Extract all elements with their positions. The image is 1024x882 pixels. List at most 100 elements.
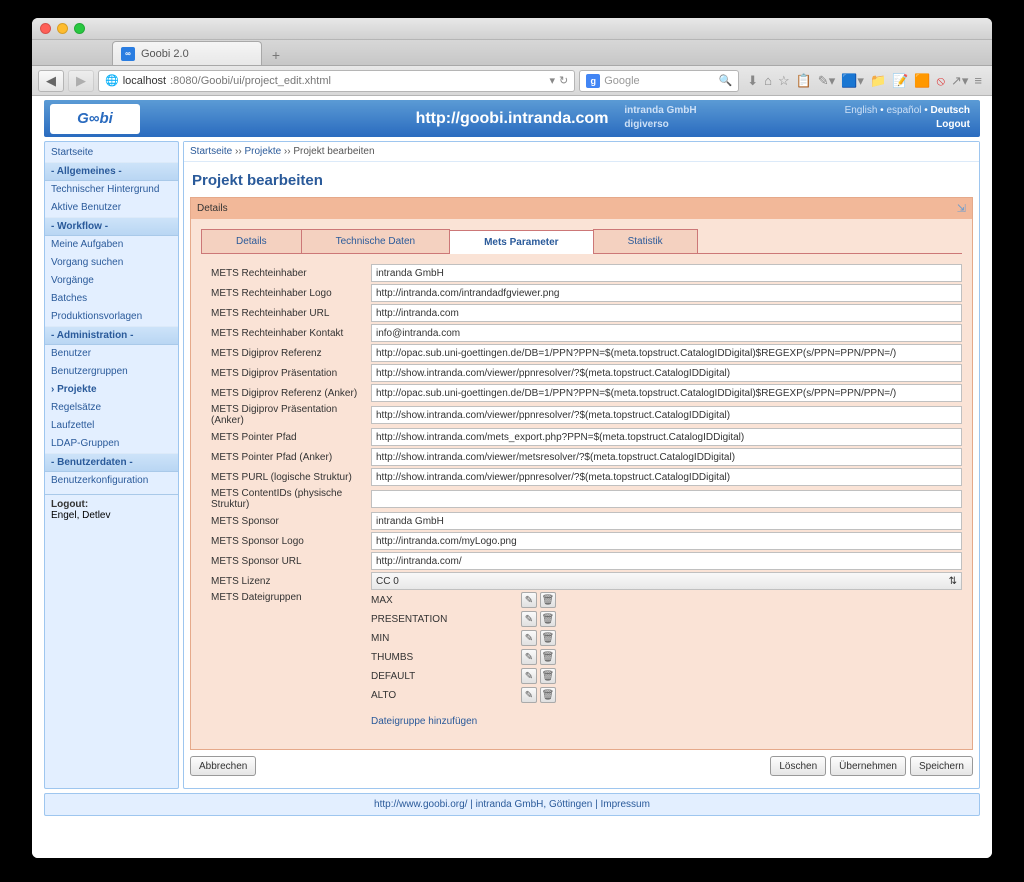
form-input[interactable] xyxy=(371,324,962,342)
dropdown-icon[interactable]: ▾ xyxy=(549,74,555,87)
trash-icon[interactable]: 🗑 xyxy=(540,630,556,646)
tab-details[interactable]: Details xyxy=(201,229,302,253)
sidebar-vorgang-suchen[interactable]: Vorgang suchen xyxy=(45,254,178,272)
select-mets-lizenz[interactable]: CC 0 ⇅ xyxy=(371,572,962,590)
lang-espanol[interactable]: español xyxy=(886,105,921,116)
share-icon[interactable]: ↗▾ xyxy=(951,73,968,89)
bookmark-icon[interactable]: ☆ xyxy=(778,73,790,89)
back-button[interactable]: ◀ xyxy=(38,70,64,92)
form-input[interactable] xyxy=(371,284,962,302)
form-input[interactable] xyxy=(371,428,962,446)
sidebar-batches[interactable]: Batches xyxy=(45,290,178,308)
sidebar-laufzettel[interactable]: Laufzettel xyxy=(45,417,178,435)
add-filegroup-link[interactable]: Dateigruppe hinzufügen xyxy=(371,716,477,727)
sidebar-vorgaenge[interactable]: Vorgänge xyxy=(45,272,178,290)
sidebar-benutzerkonfiguration[interactable]: Benutzerkonfiguration xyxy=(45,472,178,490)
search-box[interactable]: g Google 🔍 xyxy=(579,70,739,92)
note-icon[interactable]: 📝 xyxy=(892,73,908,89)
reload-icon[interactable]: ↻ xyxy=(559,74,568,87)
sidebar-ldap-gruppen[interactable]: LDAP-Gruppen xyxy=(45,435,178,453)
company-link-1[interactable]: intranda GmbH xyxy=(624,105,696,116)
forward-button[interactable]: ▶ xyxy=(68,70,94,92)
filegroup-row: PRESENTATION✎🗑 xyxy=(371,611,962,627)
menu-icon[interactable]: ≡ xyxy=(974,73,982,89)
form-input[interactable] xyxy=(371,384,962,402)
form-input[interactable] xyxy=(371,468,962,486)
form-input[interactable] xyxy=(371,406,962,424)
form-input[interactable] xyxy=(371,490,962,508)
footer-impressum[interactable]: Impressum xyxy=(600,799,649,810)
trash-icon[interactable]: 🗑 xyxy=(540,592,556,608)
lang-deutsch[interactable]: Deutsch xyxy=(931,105,970,116)
footer-company: intranda GmbH, Göttingen xyxy=(476,799,593,810)
sidebar-benutzergruppen[interactable]: Benutzergruppen xyxy=(45,363,178,381)
form-input[interactable] xyxy=(371,304,962,322)
crumb-start[interactable]: Startseite xyxy=(190,146,232,157)
folder-icon[interactable]: 📁 xyxy=(870,73,886,89)
header-right-links: English • español • Deutsch Logout xyxy=(845,104,970,132)
form-input[interactable] xyxy=(371,512,962,530)
sidebar-regelsaetze[interactable]: Regelsätze xyxy=(45,399,178,417)
google-icon: g xyxy=(586,74,600,88)
tab-statistik[interactable]: Statistik xyxy=(593,229,698,253)
delete-button[interactable]: Löschen xyxy=(770,756,826,776)
browser-tab-bar: ∞ Goobi 2.0 + xyxy=(32,40,992,66)
app-logo[interactable]: G∞bi xyxy=(50,104,140,134)
form-input[interactable] xyxy=(371,364,962,382)
company-link-2[interactable]: digiverso xyxy=(624,119,668,130)
save-button[interactable]: Speichern xyxy=(910,756,973,776)
form-label: METS Rechteinhaber URL xyxy=(201,308,371,319)
sidebar-meine-aufgaben[interactable]: Meine Aufgaben xyxy=(45,236,178,254)
sidebar-benutzer[interactable]: Benutzer xyxy=(45,345,178,363)
download-icon[interactable]: ⬇ xyxy=(747,73,758,89)
edit-icon[interactable]: ✎ xyxy=(521,687,537,703)
zoom-window-button[interactable] xyxy=(74,23,85,34)
new-tab-button[interactable]: + xyxy=(266,45,286,65)
collapse-icon[interactable]: ⇲ xyxy=(957,202,966,215)
form-label: METS Sponsor xyxy=(201,516,371,527)
edit-icon[interactable]: ✎ xyxy=(521,668,537,684)
filegroup-name: PRESENTATION xyxy=(371,614,521,625)
trash-icon[interactable]: 🗑 xyxy=(540,611,556,627)
palette-icon[interactable]: 🟦▾ xyxy=(841,73,864,89)
logout-label: Logout: xyxy=(51,499,172,510)
cancel-button[interactable]: Abbrechen xyxy=(190,756,256,776)
sidebar-produktionsvorlagen[interactable]: Produktionsvorlagen xyxy=(45,308,178,326)
sidebar-aktive-benutzer[interactable]: Aktive Benutzer xyxy=(45,199,178,217)
edit-icon[interactable]: ✎ xyxy=(521,611,537,627)
clipboard-icon[interactable]: 📋 xyxy=(796,73,812,89)
stop-icon[interactable]: ⦸ xyxy=(937,73,945,89)
form-input[interactable] xyxy=(371,264,962,282)
tab-mets-parameter[interactable]: Mets Parameter xyxy=(449,230,593,254)
sidebar-head-allgemeines: - Allgemeines - xyxy=(45,162,178,181)
trash-icon[interactable]: 🗑 xyxy=(540,668,556,684)
home-icon[interactable]: ⌂ xyxy=(764,73,772,89)
form-input[interactable] xyxy=(371,552,962,570)
window-icon[interactable]: 🟧 xyxy=(914,73,930,89)
lang-english[interactable]: English xyxy=(845,105,878,116)
trash-icon[interactable]: 🗑 xyxy=(540,687,556,703)
sidebar-tech-hintergrund[interactable]: Technischer Hintergrund xyxy=(45,181,178,199)
brush-icon[interactable]: ✎▾ xyxy=(818,73,835,89)
minimize-window-button[interactable] xyxy=(57,23,68,34)
address-bar[interactable]: 🌐 localhost:8080/Goobi/ui/project_edit.x… xyxy=(98,70,575,92)
url-host: localhost xyxy=(123,75,166,87)
tab-technische-daten[interactable]: Technische Daten xyxy=(301,229,451,253)
apply-button[interactable]: Übernehmen xyxy=(830,756,906,776)
sidebar-projekte[interactable]: › Projekte xyxy=(45,381,178,399)
edit-icon[interactable]: ✎ xyxy=(521,649,537,665)
browser-tab[interactable]: ∞ Goobi 2.0 xyxy=(112,41,262,65)
form-input[interactable] xyxy=(371,532,962,550)
sidebar-startseite[interactable]: Startseite xyxy=(45,144,178,162)
form-input[interactable] xyxy=(371,448,962,466)
crumb-projekte[interactable]: Projekte xyxy=(244,146,281,157)
trash-icon[interactable]: 🗑 xyxy=(540,649,556,665)
form-input[interactable] xyxy=(371,344,962,362)
filegroup-name: THUMBS xyxy=(371,652,521,663)
footer-goobi-link[interactable]: http://www.goobi.org/ xyxy=(374,799,467,810)
close-window-button[interactable] xyxy=(40,23,51,34)
edit-icon[interactable]: ✎ xyxy=(521,630,537,646)
form-label: METS Digiprov Präsentation xyxy=(201,368,371,379)
logout-link[interactable]: Logout xyxy=(936,119,970,130)
edit-icon[interactable]: ✎ xyxy=(521,592,537,608)
